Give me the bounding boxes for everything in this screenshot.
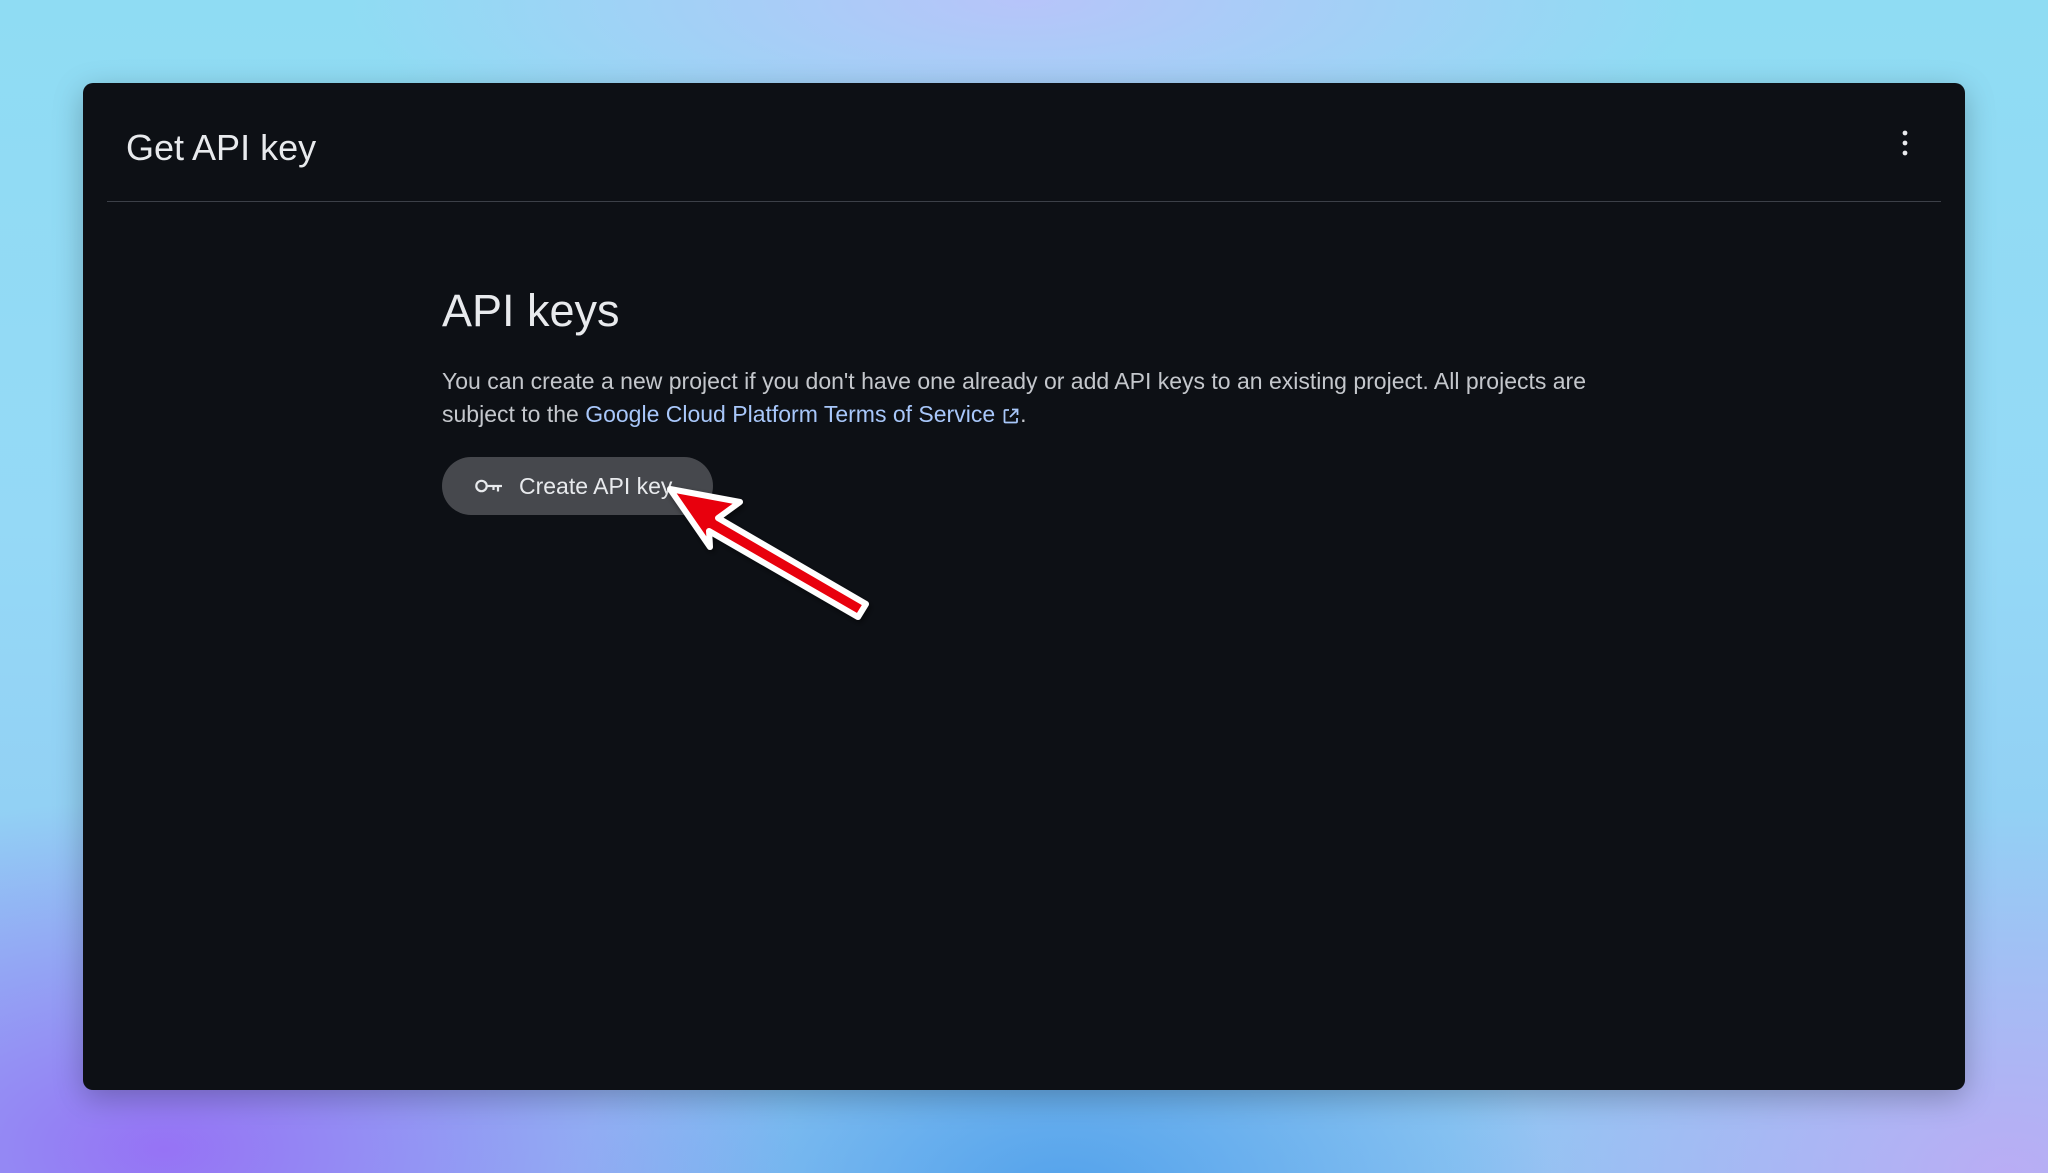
description-end: . [1020,401,1027,427]
section-title: API keys [442,285,620,336]
header-bar: Get API key [107,83,1941,202]
description: You can create a new project if you don'… [442,365,1602,434]
terms-of-service-link[interactable]: Google Cloud Platform Terms of Service [585,401,1020,427]
api-keys-section: API keys You can create a new project if… [442,283,1622,515]
api-key-panel: Get API key API keys You can create a ne… [83,83,1965,1090]
page-title: Get API key [126,127,317,168]
terms-link-label: Google Cloud Platform Terms of Service [585,401,996,427]
create-api-key-label: Create API key [519,472,673,499]
external-link-icon [1002,401,1020,434]
more-vert-icon[interactable] [1897,127,1913,159]
create-api-key-button[interactable]: Create API key [442,457,714,515]
key-icon [474,477,504,495]
